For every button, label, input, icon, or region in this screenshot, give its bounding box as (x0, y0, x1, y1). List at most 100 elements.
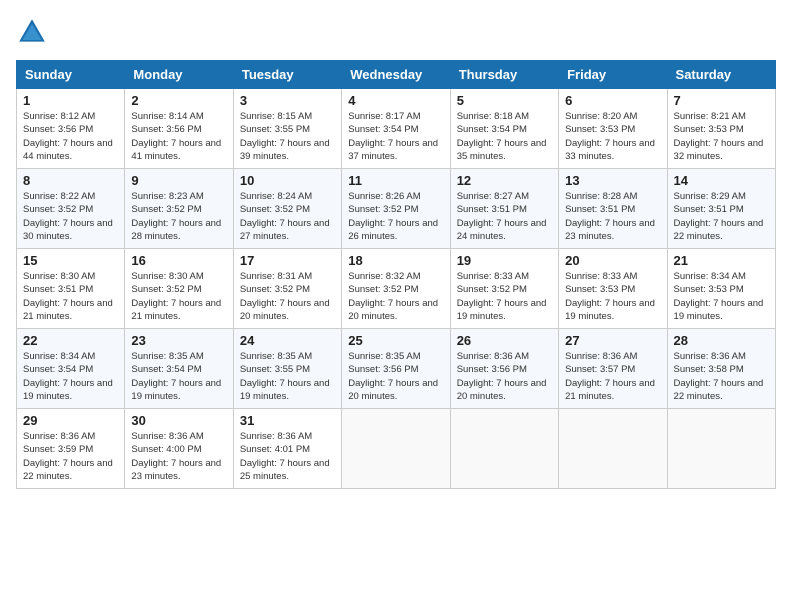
calendar-cell: 6 Sunrise: 8:20 AMSunset: 3:53 PMDayligh… (559, 89, 667, 169)
day-info: Sunrise: 8:12 AMSunset: 3:56 PMDaylight:… (23, 111, 113, 162)
calendar-cell: 27 Sunrise: 8:36 AMSunset: 3:57 PMDaylig… (559, 329, 667, 409)
calendar-cell: 18 Sunrise: 8:32 AMSunset: 3:52 PMDaylig… (342, 249, 450, 329)
day-number: 2 (131, 93, 226, 108)
day-number: 20 (565, 253, 660, 268)
calendar-cell: 7 Sunrise: 8:21 AMSunset: 3:53 PMDayligh… (667, 89, 775, 169)
logo-icon (16, 16, 48, 48)
day-info: Sunrise: 8:33 AMSunset: 3:53 PMDaylight:… (565, 271, 655, 322)
calendar-cell: 4 Sunrise: 8:17 AMSunset: 3:54 PMDayligh… (342, 89, 450, 169)
day-number: 21 (674, 253, 769, 268)
calendar-cell: 10 Sunrise: 8:24 AMSunset: 3:52 PMDaylig… (233, 169, 341, 249)
day-info: Sunrise: 8:18 AMSunset: 3:54 PMDaylight:… (457, 111, 547, 162)
day-number: 18 (348, 253, 443, 268)
day-number: 22 (23, 333, 118, 348)
day-number: 6 (565, 93, 660, 108)
day-number: 14 (674, 173, 769, 188)
day-info: Sunrise: 8:23 AMSunset: 3:52 PMDaylight:… (131, 191, 221, 242)
day-info: Sunrise: 8:34 AMSunset: 3:53 PMDaylight:… (674, 271, 764, 322)
calendar-cell: 2 Sunrise: 8:14 AMSunset: 3:56 PMDayligh… (125, 89, 233, 169)
day-info: Sunrise: 8:30 AMSunset: 3:51 PMDaylight:… (23, 271, 113, 322)
day-info: Sunrise: 8:29 AMSunset: 3:51 PMDaylight:… (674, 191, 764, 242)
logo (16, 16, 52, 48)
calendar-cell: 21 Sunrise: 8:34 AMSunset: 3:53 PMDaylig… (667, 249, 775, 329)
calendar-cell: 23 Sunrise: 8:35 AMSunset: 3:54 PMDaylig… (125, 329, 233, 409)
day-number: 24 (240, 333, 335, 348)
day-info: Sunrise: 8:35 AMSunset: 3:56 PMDaylight:… (348, 351, 438, 402)
day-number: 13 (565, 173, 660, 188)
day-number: 31 (240, 413, 335, 428)
calendar-cell: 31 Sunrise: 8:36 AMSunset: 4:01 PMDaylig… (233, 409, 341, 489)
col-header-wednesday: Wednesday (342, 61, 450, 89)
day-info: Sunrise: 8:36 AMSunset: 3:57 PMDaylight:… (565, 351, 655, 402)
calendar-cell: 25 Sunrise: 8:35 AMSunset: 3:56 PMDaylig… (342, 329, 450, 409)
day-number: 11 (348, 173, 443, 188)
day-number: 3 (240, 93, 335, 108)
day-number: 29 (23, 413, 118, 428)
day-number: 28 (674, 333, 769, 348)
calendar-week-row: 1 Sunrise: 8:12 AMSunset: 3:56 PMDayligh… (17, 89, 776, 169)
calendar-cell: 24 Sunrise: 8:35 AMSunset: 3:55 PMDaylig… (233, 329, 341, 409)
calendar-cell (667, 409, 775, 489)
calendar-week-row: 29 Sunrise: 8:36 AMSunset: 3:59 PMDaylig… (17, 409, 776, 489)
calendar-cell: 9 Sunrise: 8:23 AMSunset: 3:52 PMDayligh… (125, 169, 233, 249)
day-info: Sunrise: 8:32 AMSunset: 3:52 PMDaylight:… (348, 271, 438, 322)
day-info: Sunrise: 8:24 AMSunset: 3:52 PMDaylight:… (240, 191, 330, 242)
calendar-table: SundayMondayTuesdayWednesdayThursdayFrid… (16, 60, 776, 489)
calendar-header-row: SundayMondayTuesdayWednesdayThursdayFrid… (17, 61, 776, 89)
day-number: 30 (131, 413, 226, 428)
calendar-cell: 12 Sunrise: 8:27 AMSunset: 3:51 PMDaylig… (450, 169, 558, 249)
day-number: 19 (457, 253, 552, 268)
day-number: 5 (457, 93, 552, 108)
day-info: Sunrise: 8:14 AMSunset: 3:56 PMDaylight:… (131, 111, 221, 162)
day-info: Sunrise: 8:31 AMSunset: 3:52 PMDaylight:… (240, 271, 330, 322)
calendar-cell: 26 Sunrise: 8:36 AMSunset: 3:56 PMDaylig… (450, 329, 558, 409)
calendar-cell: 28 Sunrise: 8:36 AMSunset: 3:58 PMDaylig… (667, 329, 775, 409)
day-info: Sunrise: 8:21 AMSunset: 3:53 PMDaylight:… (674, 111, 764, 162)
calendar-week-row: 8 Sunrise: 8:22 AMSunset: 3:52 PMDayligh… (17, 169, 776, 249)
day-info: Sunrise: 8:36 AMSunset: 4:01 PMDaylight:… (240, 431, 330, 482)
day-number: 27 (565, 333, 660, 348)
calendar-cell: 1 Sunrise: 8:12 AMSunset: 3:56 PMDayligh… (17, 89, 125, 169)
day-number: 1 (23, 93, 118, 108)
day-number: 12 (457, 173, 552, 188)
calendar-cell (559, 409, 667, 489)
calendar-cell: 11 Sunrise: 8:26 AMSunset: 3:52 PMDaylig… (342, 169, 450, 249)
day-info: Sunrise: 8:34 AMSunset: 3:54 PMDaylight:… (23, 351, 113, 402)
calendar-cell: 8 Sunrise: 8:22 AMSunset: 3:52 PMDayligh… (17, 169, 125, 249)
day-info: Sunrise: 8:15 AMSunset: 3:55 PMDaylight:… (240, 111, 330, 162)
day-number: 4 (348, 93, 443, 108)
day-number: 9 (131, 173, 226, 188)
col-header-friday: Friday (559, 61, 667, 89)
day-info: Sunrise: 8:30 AMSunset: 3:52 PMDaylight:… (131, 271, 221, 322)
col-header-sunday: Sunday (17, 61, 125, 89)
calendar-cell: 22 Sunrise: 8:34 AMSunset: 3:54 PMDaylig… (17, 329, 125, 409)
day-number: 8 (23, 173, 118, 188)
day-info: Sunrise: 8:36 AMSunset: 3:58 PMDaylight:… (674, 351, 764, 402)
day-info: Sunrise: 8:36 AMSunset: 4:00 PMDaylight:… (131, 431, 221, 482)
calendar-cell: 15 Sunrise: 8:30 AMSunset: 3:51 PMDaylig… (17, 249, 125, 329)
calendar-cell: 20 Sunrise: 8:33 AMSunset: 3:53 PMDaylig… (559, 249, 667, 329)
calendar-cell: 5 Sunrise: 8:18 AMSunset: 3:54 PMDayligh… (450, 89, 558, 169)
calendar-week-row: 15 Sunrise: 8:30 AMSunset: 3:51 PMDaylig… (17, 249, 776, 329)
calendar-cell: 17 Sunrise: 8:31 AMSunset: 3:52 PMDaylig… (233, 249, 341, 329)
day-info: Sunrise: 8:35 AMSunset: 3:55 PMDaylight:… (240, 351, 330, 402)
calendar-cell: 19 Sunrise: 8:33 AMSunset: 3:52 PMDaylig… (450, 249, 558, 329)
calendar-cell: 29 Sunrise: 8:36 AMSunset: 3:59 PMDaylig… (17, 409, 125, 489)
calendar-cell: 3 Sunrise: 8:15 AMSunset: 3:55 PMDayligh… (233, 89, 341, 169)
day-info: Sunrise: 8:36 AMSunset: 3:59 PMDaylight:… (23, 431, 113, 482)
calendar-week-row: 22 Sunrise: 8:34 AMSunset: 3:54 PMDaylig… (17, 329, 776, 409)
day-info: Sunrise: 8:33 AMSunset: 3:52 PMDaylight:… (457, 271, 547, 322)
col-header-tuesday: Tuesday (233, 61, 341, 89)
day-number: 10 (240, 173, 335, 188)
day-number: 16 (131, 253, 226, 268)
calendar-cell (342, 409, 450, 489)
calendar-cell: 14 Sunrise: 8:29 AMSunset: 3:51 PMDaylig… (667, 169, 775, 249)
calendar-cell: 16 Sunrise: 8:30 AMSunset: 3:52 PMDaylig… (125, 249, 233, 329)
calendar-cell (450, 409, 558, 489)
day-info: Sunrise: 8:35 AMSunset: 3:54 PMDaylight:… (131, 351, 221, 402)
day-number: 25 (348, 333, 443, 348)
day-info: Sunrise: 8:36 AMSunset: 3:56 PMDaylight:… (457, 351, 547, 402)
day-info: Sunrise: 8:26 AMSunset: 3:52 PMDaylight:… (348, 191, 438, 242)
col-header-monday: Monday (125, 61, 233, 89)
day-number: 7 (674, 93, 769, 108)
